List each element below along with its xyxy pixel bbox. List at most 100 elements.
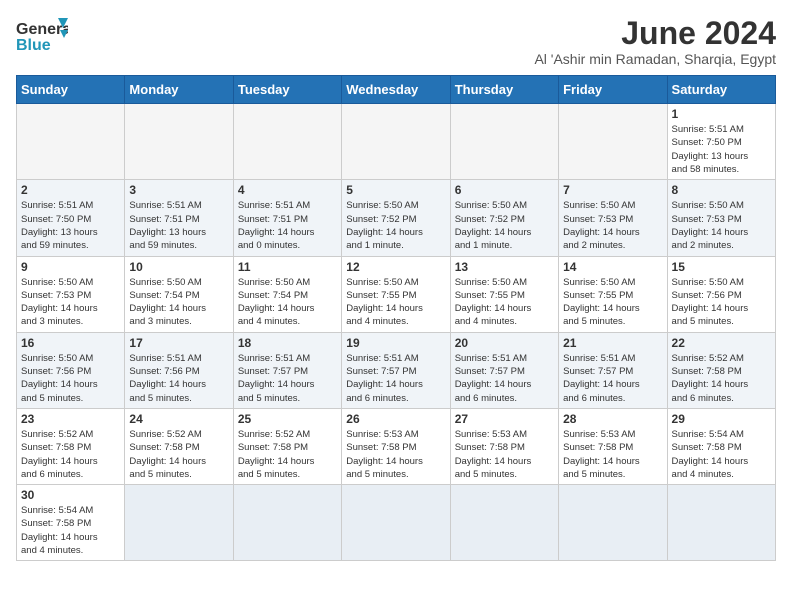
calendar-cell (17, 104, 125, 180)
day-number: 15 (672, 260, 771, 274)
day-info: Sunrise: 5:50 AM Sunset: 7:55 PM Dayligh… (455, 276, 554, 329)
day-number: 8 (672, 183, 771, 197)
day-header-friday: Friday (559, 76, 667, 104)
calendar-cell (125, 485, 233, 561)
calendar-cell: 1Sunrise: 5:51 AM Sunset: 7:50 PM Daylig… (667, 104, 775, 180)
day-info: Sunrise: 5:50 AM Sunset: 7:56 PM Dayligh… (21, 352, 120, 405)
calendar-cell: 21 Sunrise: 5:51 AM Sunset: 7:57 PM Dayli… (559, 332, 667, 408)
calendar-cell (233, 485, 341, 561)
calendar-cell: 29 Sunrise: 5:54 AM Sunset: 7:58 PM Dayli… (667, 408, 775, 484)
day-number: 20 (455, 336, 554, 350)
day-info: Sunrise: 5:54 AM Sunset: 7:58 PM Dayligh… (672, 428, 771, 481)
day-header-saturday: Saturday (667, 76, 775, 104)
calendar-cell (667, 485, 775, 561)
calendar-week-row: 16 Sunrise: 5:50 AM Sunset: 7:56 PM Dayli… (17, 332, 776, 408)
day-info: Sunrise: 5:50 AM Sunset: 7:54 PM Dayligh… (129, 276, 228, 329)
day-info: Sunrise: 5:50 AM Sunset: 7:54 PM Dayligh… (238, 276, 337, 329)
day-info: Sunrise: 5:50 AM Sunset: 7:55 PM Dayligh… (346, 276, 445, 329)
calendar-cell (342, 485, 450, 561)
day-number: 14 (563, 260, 662, 274)
day-header-tuesday: Tuesday (233, 76, 341, 104)
calendar-cell (559, 104, 667, 180)
day-number: 30 (21, 488, 120, 502)
day-number: 28 (563, 412, 662, 426)
day-info: Sunrise: 5:54 AM Sunset: 7:58 PM Dayligh… (21, 504, 120, 557)
day-header-wednesday: Wednesday (342, 76, 450, 104)
day-info: Sunrise: 5:50 AM Sunset: 7:55 PM Dayligh… (563, 276, 662, 329)
day-number: 6 (455, 183, 554, 197)
day-info: Sunrise: 5:51 AM Sunset: 7:50 PM Dayligh… (21, 199, 120, 252)
day-info: Sunrise: 5:50 AM Sunset: 7:53 PM Dayligh… (672, 199, 771, 252)
calendar-cell: 4Sunrise: 5:51 AM Sunset: 7:51 PM Daylig… (233, 180, 341, 256)
day-info: Sunrise: 5:51 AM Sunset: 7:57 PM Dayligh… (346, 352, 445, 405)
day-info: Sunrise: 5:51 AM Sunset: 7:56 PM Dayligh… (129, 352, 228, 405)
day-header-sunday: Sunday (17, 76, 125, 104)
day-info: Sunrise: 5:52 AM Sunset: 7:58 PM Dayligh… (672, 352, 771, 405)
calendar-cell: 30 Sunrise: 5:54 AM Sunset: 7:58 PM Dayli… (17, 485, 125, 561)
day-info: Sunrise: 5:50 AM Sunset: 7:52 PM Dayligh… (346, 199, 445, 252)
calendar-week-row: 1Sunrise: 5:51 AM Sunset: 7:50 PM Daylig… (17, 104, 776, 180)
subtitle: Al 'Ashir min Ramadan, Sharqia, Egypt (534, 51, 776, 67)
calendar-cell: 3 Sunrise: 5:51 AM Sunset: 7:51 PM Daylig… (125, 180, 233, 256)
day-number: 18 (238, 336, 337, 350)
day-number: 10 (129, 260, 228, 274)
day-number: 13 (455, 260, 554, 274)
svg-text:Blue: Blue (16, 37, 51, 54)
calendar-week-row: 23Sunrise: 5:52 AM Sunset: 7:58 PM Dayli… (17, 408, 776, 484)
calendar-cell: 5Sunrise: 5:50 AM Sunset: 7:52 PM Daylig… (342, 180, 450, 256)
day-number: 27 (455, 412, 554, 426)
day-number: 9 (21, 260, 120, 274)
day-number: 3 (129, 183, 228, 197)
day-number: 17 (129, 336, 228, 350)
day-header-monday: Monday (125, 76, 233, 104)
day-number: 16 (21, 336, 120, 350)
day-info: Sunrise: 5:53 AM Sunset: 7:58 PM Dayligh… (346, 428, 445, 481)
day-number: 22 (672, 336, 771, 350)
calendar-cell: 7 Sunrise: 5:50 AM Sunset: 7:53 PM Daylig… (559, 180, 667, 256)
calendar-cell: 23Sunrise: 5:52 AM Sunset: 7:58 PM Dayli… (17, 408, 125, 484)
day-info: Sunrise: 5:51 AM Sunset: 7:57 PM Dayligh… (238, 352, 337, 405)
svg-text:General: General (16, 21, 68, 38)
day-header-thursday: Thursday (450, 76, 558, 104)
day-info: Sunrise: 5:50 AM Sunset: 7:53 PM Dayligh… (563, 199, 662, 252)
day-info: Sunrise: 5:50 AM Sunset: 7:56 PM Dayligh… (672, 276, 771, 329)
calendar-cell: 20 Sunrise: 5:51 AM Sunset: 7:57 PM Dayli… (450, 332, 558, 408)
calendar-cell (559, 485, 667, 561)
calendar-cell: 27 Sunrise: 5:53 AM Sunset: 7:58 PM Dayli… (450, 408, 558, 484)
day-number: 12 (346, 260, 445, 274)
day-number: 19 (346, 336, 445, 350)
day-info: Sunrise: 5:51 AM Sunset: 7:51 PM Dayligh… (129, 199, 228, 252)
calendar-cell: 28 Sunrise: 5:53 AM Sunset: 7:58 PM Dayli… (559, 408, 667, 484)
calendar-cell: 13 Sunrise: 5:50 AM Sunset: 7:55 PM Dayli… (450, 256, 558, 332)
day-info: Sunrise: 5:50 AM Sunset: 7:53 PM Dayligh… (21, 276, 120, 329)
calendar-cell: 18 Sunrise: 5:51 AM Sunset: 7:57 PM Dayli… (233, 332, 341, 408)
calendar-cell: 15 Sunrise: 5:50 AM Sunset: 7:56 PM Dayli… (667, 256, 775, 332)
calendar-cell: 22 Sunrise: 5:52 AM Sunset: 7:58 PM Dayli… (667, 332, 775, 408)
calendar-cell: 2Sunrise: 5:51 AM Sunset: 7:50 PM Daylig… (17, 180, 125, 256)
calendar-cell: 11Sunrise: 5:50 AM Sunset: 7:54 PM Dayli… (233, 256, 341, 332)
day-number: 21 (563, 336, 662, 350)
calendar-cell: 24Sunrise: 5:52 AM Sunset: 7:58 PM Dayli… (125, 408, 233, 484)
calendar-cell: 6Sunrise: 5:50 AM Sunset: 7:52 PM Daylig… (450, 180, 558, 256)
day-info: Sunrise: 5:51 AM Sunset: 7:57 PM Dayligh… (455, 352, 554, 405)
calendar-cell: 16 Sunrise: 5:50 AM Sunset: 7:56 PM Dayli… (17, 332, 125, 408)
day-info: Sunrise: 5:53 AM Sunset: 7:58 PM Dayligh… (563, 428, 662, 481)
day-info: Sunrise: 5:53 AM Sunset: 7:58 PM Dayligh… (455, 428, 554, 481)
day-number: 26 (346, 412, 445, 426)
day-info: Sunrise: 5:51 AM Sunset: 7:57 PM Dayligh… (563, 352, 662, 405)
day-info: Sunrise: 5:52 AM Sunset: 7:58 PM Dayligh… (129, 428, 228, 481)
day-number: 29 (672, 412, 771, 426)
calendar-week-row: 2Sunrise: 5:51 AM Sunset: 7:50 PM Daylig… (17, 180, 776, 256)
calendar-cell: 12 Sunrise: 5:50 AM Sunset: 7:55 PM Dayli… (342, 256, 450, 332)
day-number: 4 (238, 183, 337, 197)
calendar-cell (450, 485, 558, 561)
calendar-cell (125, 104, 233, 180)
calendar-cell (233, 104, 341, 180)
logo: General Blue (16, 16, 68, 54)
calendar-cell (342, 104, 450, 180)
calendar-cell: 26 Sunrise: 5:53 AM Sunset: 7:58 PM Dayli… (342, 408, 450, 484)
calendar-week-row: 9 Sunrise: 5:50 AM Sunset: 7:53 PM Daylig… (17, 256, 776, 332)
calendar-cell (450, 104, 558, 180)
calendar-cell: 17 Sunrise: 5:51 AM Sunset: 7:56 PM Dayli… (125, 332, 233, 408)
day-number: 7 (563, 183, 662, 197)
